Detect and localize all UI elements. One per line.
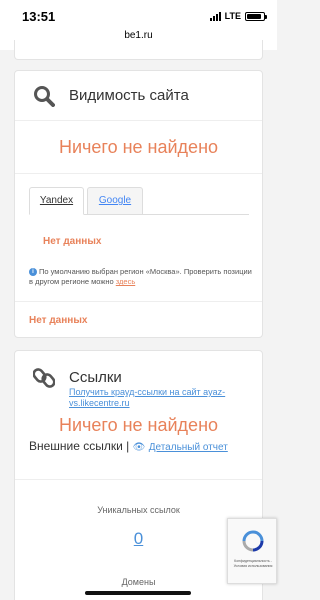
recaptcha-text: Конфиденциальность - Условия использован… (233, 559, 273, 568)
visibility-title: Видимость сайта (69, 87, 189, 104)
visibility-nothing-found: Ничего не найдено (58, 137, 219, 157)
battery-icon (245, 11, 267, 21)
status-bar: 13:51 LTE (0, 0, 277, 30)
home-indicator (85, 591, 191, 595)
divider (15, 301, 262, 302)
region-info: i По умолчанию выбран регион «Москва». Пр… (29, 267, 257, 287)
chain-link-icon (33, 368, 55, 388)
recaptcha-icon (242, 530, 264, 552)
tab-yandex[interactable]: Yandex (29, 187, 84, 215)
status-time: 13:51 (22, 9, 56, 24)
crowd-links-link[interactable]: Получить крауд-ссылки на сайт ayaz-vs.li… (69, 387, 255, 409)
links-card: Ссылки Получить крауд-ссылки на сайт aya… (14, 350, 263, 600)
divider (15, 479, 262, 480)
links-nothing-found: Ничего не найдено (58, 415, 219, 435)
domains-label: Домены (121, 577, 156, 587)
region-info-text: По умолчанию выбран регион «Москва». Про… (29, 267, 252, 286)
tab-google[interactable]: Google (87, 187, 143, 215)
unique-links-count[interactable]: 0 (134, 529, 143, 548)
recaptcha-badge[interactable]: Конфиденциальность - Условия использован… (227, 518, 277, 584)
external-links-label: Внешние ссылки | (29, 439, 130, 453)
search-icon (34, 86, 55, 107)
previous-card (14, 40, 263, 60)
unique-links-value[interactable]: 0 (15, 529, 262, 549)
visibility-card: Видимость сайта Ничего не найдено Yandex… (14, 70, 263, 338)
status-indicators: LTE (209, 11, 267, 21)
eye-icon: 👁 (132, 442, 146, 453)
tab-google-label: Google (98, 195, 132, 206)
search-engine-tabs: Yandex Google (29, 187, 249, 215)
external-links-row: Внешние ссылки | 👁 Детальный отчет (29, 439, 259, 455)
tab-yandex-label: Yandex (39, 195, 74, 206)
links-title: Ссылки (69, 369, 122, 386)
signal-icon (209, 11, 221, 21)
region-change-link[interactable]: здесь (116, 277, 135, 286)
info-icon: i (29, 268, 37, 277)
detail-report-link[interactable]: Детальный отчет (149, 442, 228, 453)
divider (15, 173, 262, 174)
unique-links-label: Уникальных ссылок (97, 505, 180, 515)
visibility-header: Видимость сайта (15, 71, 262, 121)
no-data-yandex: Нет данных (43, 236, 102, 247)
network-type: LTE (224, 11, 241, 21)
no-data-positions: Нет данных (29, 315, 88, 326)
